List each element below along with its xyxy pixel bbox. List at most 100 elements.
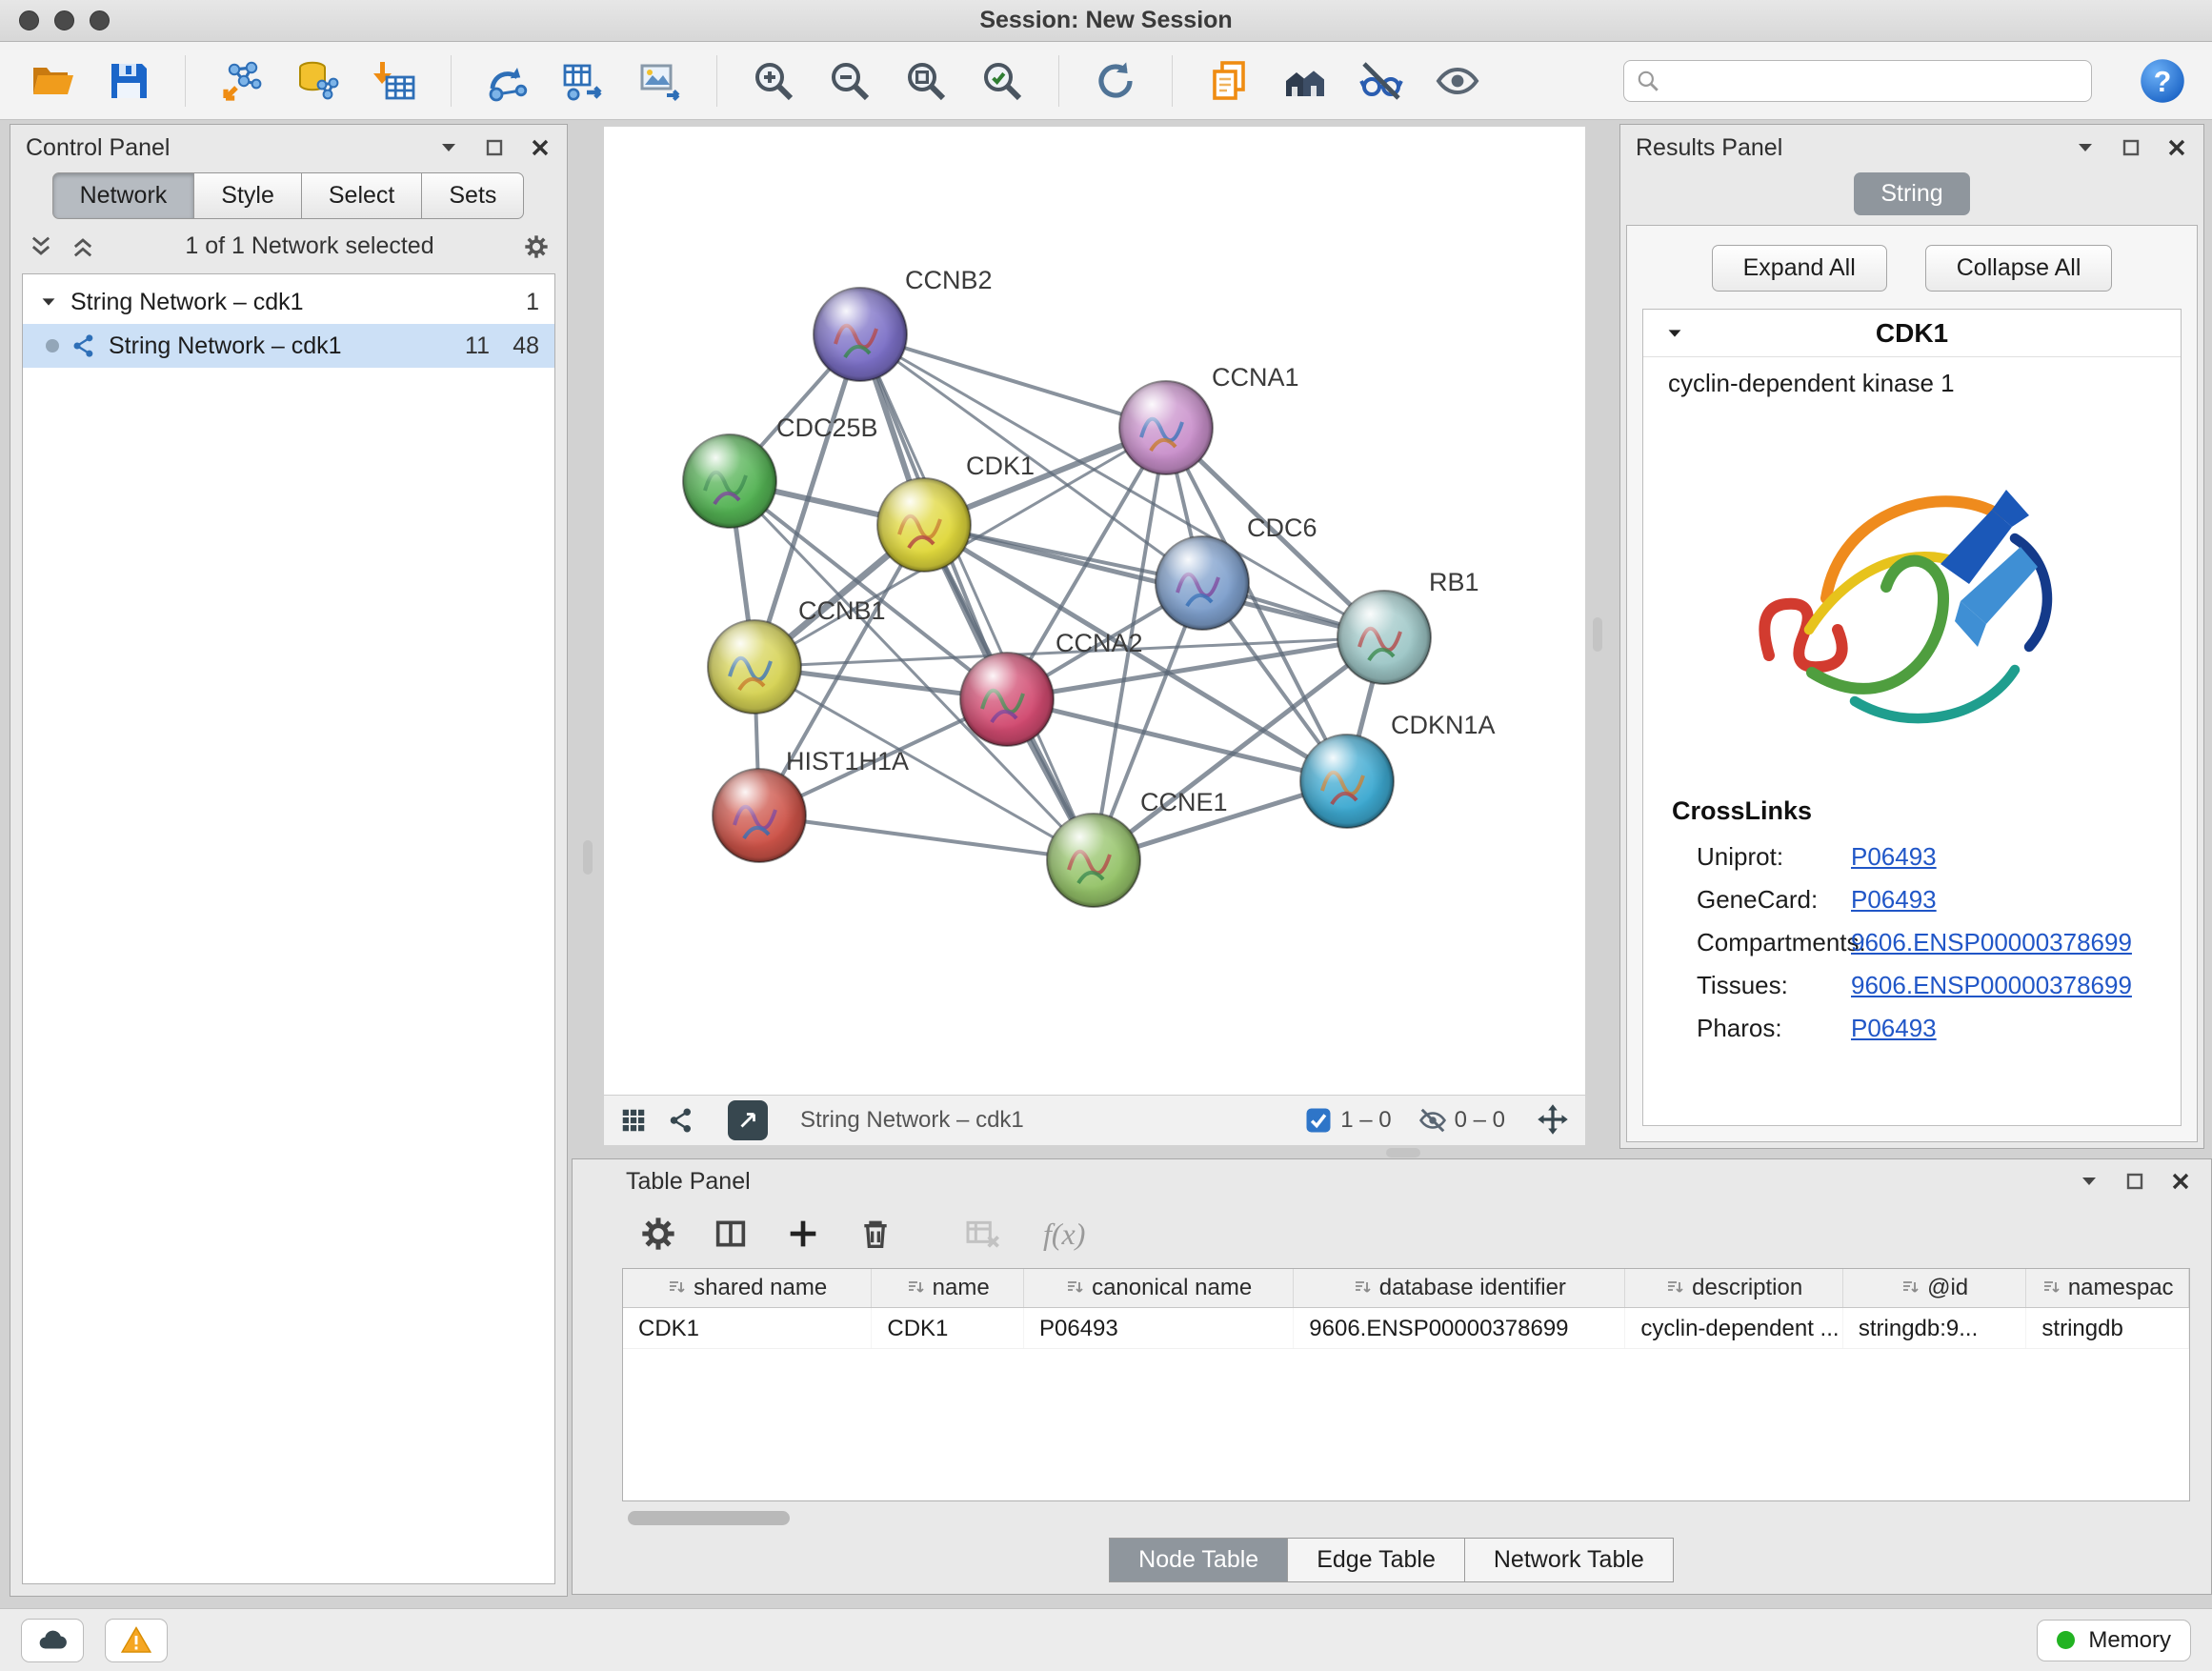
tab-node-table[interactable]: Node Table [1109,1538,1288,1582]
selected-checkbox-icon[interactable] [1304,1106,1333,1135]
node-CCNB2[interactable] [814,288,907,381]
node-CCNA2[interactable] [960,653,1054,746]
collapse-section-icon[interactable] [1664,323,1685,344]
minimize-window-button[interactable] [54,10,74,30]
import-network-file-button[interactable] [214,53,270,109]
table-row[interactable]: CDK1CDK1P064939606.ENSP00000378699cyclin… [623,1308,2189,1349]
collapse-panel-icon[interactable] [2078,1170,2101,1193]
edge-CCNB2-CCNA1[interactable] [860,334,1166,428]
import-network-database-button[interactable] [291,53,346,109]
tab-network-table[interactable]: Network Table [1464,1538,1674,1582]
node-HIST1H1A[interactable] [713,769,806,862]
crosslink-link[interactable]: 9606.ENSP00000378699 [1851,971,2132,1000]
hidden-eye-slash-icon[interactable] [1418,1106,1447,1135]
chevron-double-up-icon[interactable] [70,233,96,260]
save-session-button[interactable] [101,53,156,109]
horizontal-splitter-grip[interactable] [1386,1148,1420,1158]
network-view-icon[interactable] [667,1106,695,1135]
zoom-out-button[interactable] [822,53,877,109]
export-table-button[interactable] [556,53,612,109]
show-hidden-button[interactable] [1430,53,1485,109]
table-horizontal-scrollbar[interactable] [622,1507,2190,1530]
column-header--id[interactable]: @id [1843,1269,2027,1307]
network-row[interactable]: String Network – cdk1 11 48 [23,324,554,368]
right-splitter-grip[interactable] [1593,617,1602,652]
tab-edge-table[interactable]: Edge Table [1287,1538,1465,1582]
pan-mode-button[interactable] [1536,1102,1570,1139]
collapse-panel-icon[interactable] [437,136,460,159]
import-table-file-button[interactable] [367,53,422,109]
chevron-double-down-icon[interactable] [28,233,54,260]
zoom-selected-button[interactable] [975,53,1030,109]
node-CCNA1[interactable] [1119,381,1213,474]
help-button[interactable]: ? [2138,56,2187,106]
tab-sets[interactable]: Sets [421,172,524,219]
search-box[interactable] [1623,60,2092,102]
delete-column-button[interactable] [851,1209,900,1258]
open-session-button[interactable] [25,53,80,109]
close-panel-icon[interactable] [529,136,552,159]
crosslink-link[interactable]: P06493 [1851,1014,1937,1043]
grid-view-icon[interactable] [619,1106,648,1135]
string-results-box: Expand All Collapse All CDK1 cyclin-depe… [1626,225,2198,1142]
tree-expand-icon[interactable] [38,292,59,312]
close-panel-icon[interactable] [2169,1170,2192,1193]
node-CCNB1[interactable] [708,620,801,714]
memory-button[interactable]: Memory [2037,1620,2191,1661]
crosslink-link[interactable]: P06493 [1851,885,1937,915]
float-panel-icon[interactable] [2120,136,2142,159]
network-canvas[interactable]: CCNB2CCNA1CDC25BCDK1CDC6RB1CCNB1CCNA2CDK… [604,127,1585,1095]
search-input[interactable] [1670,68,2080,94]
collapse-panel-icon[interactable] [2074,136,2097,159]
show-columns-button[interactable] [706,1209,755,1258]
column-header-namespac[interactable]: namespac [2026,1269,2189,1307]
close-panel-icon[interactable] [2165,136,2188,159]
gear-icon[interactable] [523,233,550,260]
new-network-from-selection-button[interactable] [480,53,535,109]
hide-selected-button[interactable] [1354,53,1409,109]
refresh-layout-button[interactable] [1088,53,1143,109]
zoom-fit-button[interactable] [898,53,954,109]
edge-CCNB2-CCNE1[interactable] [860,334,1094,860]
network-graph[interactable]: CCNB2CCNA1CDC25BCDK1CDC6RB1CCNB1CCNA2CDK… [604,127,1585,1095]
float-panel-icon[interactable] [483,136,506,159]
function-builder-button[interactable]: f(x) [1043,1217,1085,1252]
tab-string[interactable]: String [1854,172,1969,215]
zoom-window-button[interactable] [90,10,110,30]
left-splitter-grip[interactable] [583,840,593,875]
node-CDKN1A[interactable] [1300,735,1394,828]
network-collection-row[interactable]: String Network – cdk1 1 [23,280,554,324]
tab-style[interactable]: Style [193,172,302,219]
export-image-button[interactable] [633,53,688,109]
column-header-shared-name[interactable]: shared name [623,1269,872,1307]
crosslink-link[interactable]: P06493 [1851,842,1937,872]
zoom-in-button[interactable] [746,53,801,109]
node-CCNE1[interactable] [1047,814,1140,907]
float-panel-icon[interactable] [2123,1170,2146,1193]
warnings-button[interactable] [105,1619,168,1662]
edge-HIST1H1A-CCNE1[interactable] [759,815,1094,860]
tab-network[interactable]: Network [52,172,195,219]
copy-document-button[interactable] [1201,53,1257,109]
show-all-button[interactable] [1277,53,1333,109]
node-CDK1[interactable] [877,478,971,572]
close-window-button[interactable] [19,10,39,30]
column-header-name[interactable]: name [872,1269,1024,1307]
collapse-all-button[interactable]: Collapse All [1925,245,2113,292]
column-header-canonical-name[interactable]: canonical name [1024,1269,1294,1307]
node-RB1[interactable] [1337,591,1431,684]
column-header-description[interactable]: description [1625,1269,1842,1307]
expand-all-button[interactable]: Expand All [1712,245,1887,292]
node-CDC6[interactable] [1156,536,1249,630]
scrollbar-thumb[interactable] [628,1511,790,1525]
node-CDC25B[interactable] [683,434,776,528]
tab-select[interactable]: Select [301,172,422,219]
add-column-button[interactable] [778,1209,828,1258]
table-settings-button[interactable] [633,1209,683,1258]
crosslink-link[interactable]: 9606.ENSP00000378699 [1851,928,2132,957]
crosslink-label: GeneCard: [1643,885,1851,915]
node-label-HIST1H1A: HIST1H1A [786,747,909,775]
detach-view-button[interactable] [728,1100,768,1140]
column-header-database-identifier[interactable]: database identifier [1294,1269,1625,1307]
cloud-button[interactable] [21,1619,84,1662]
